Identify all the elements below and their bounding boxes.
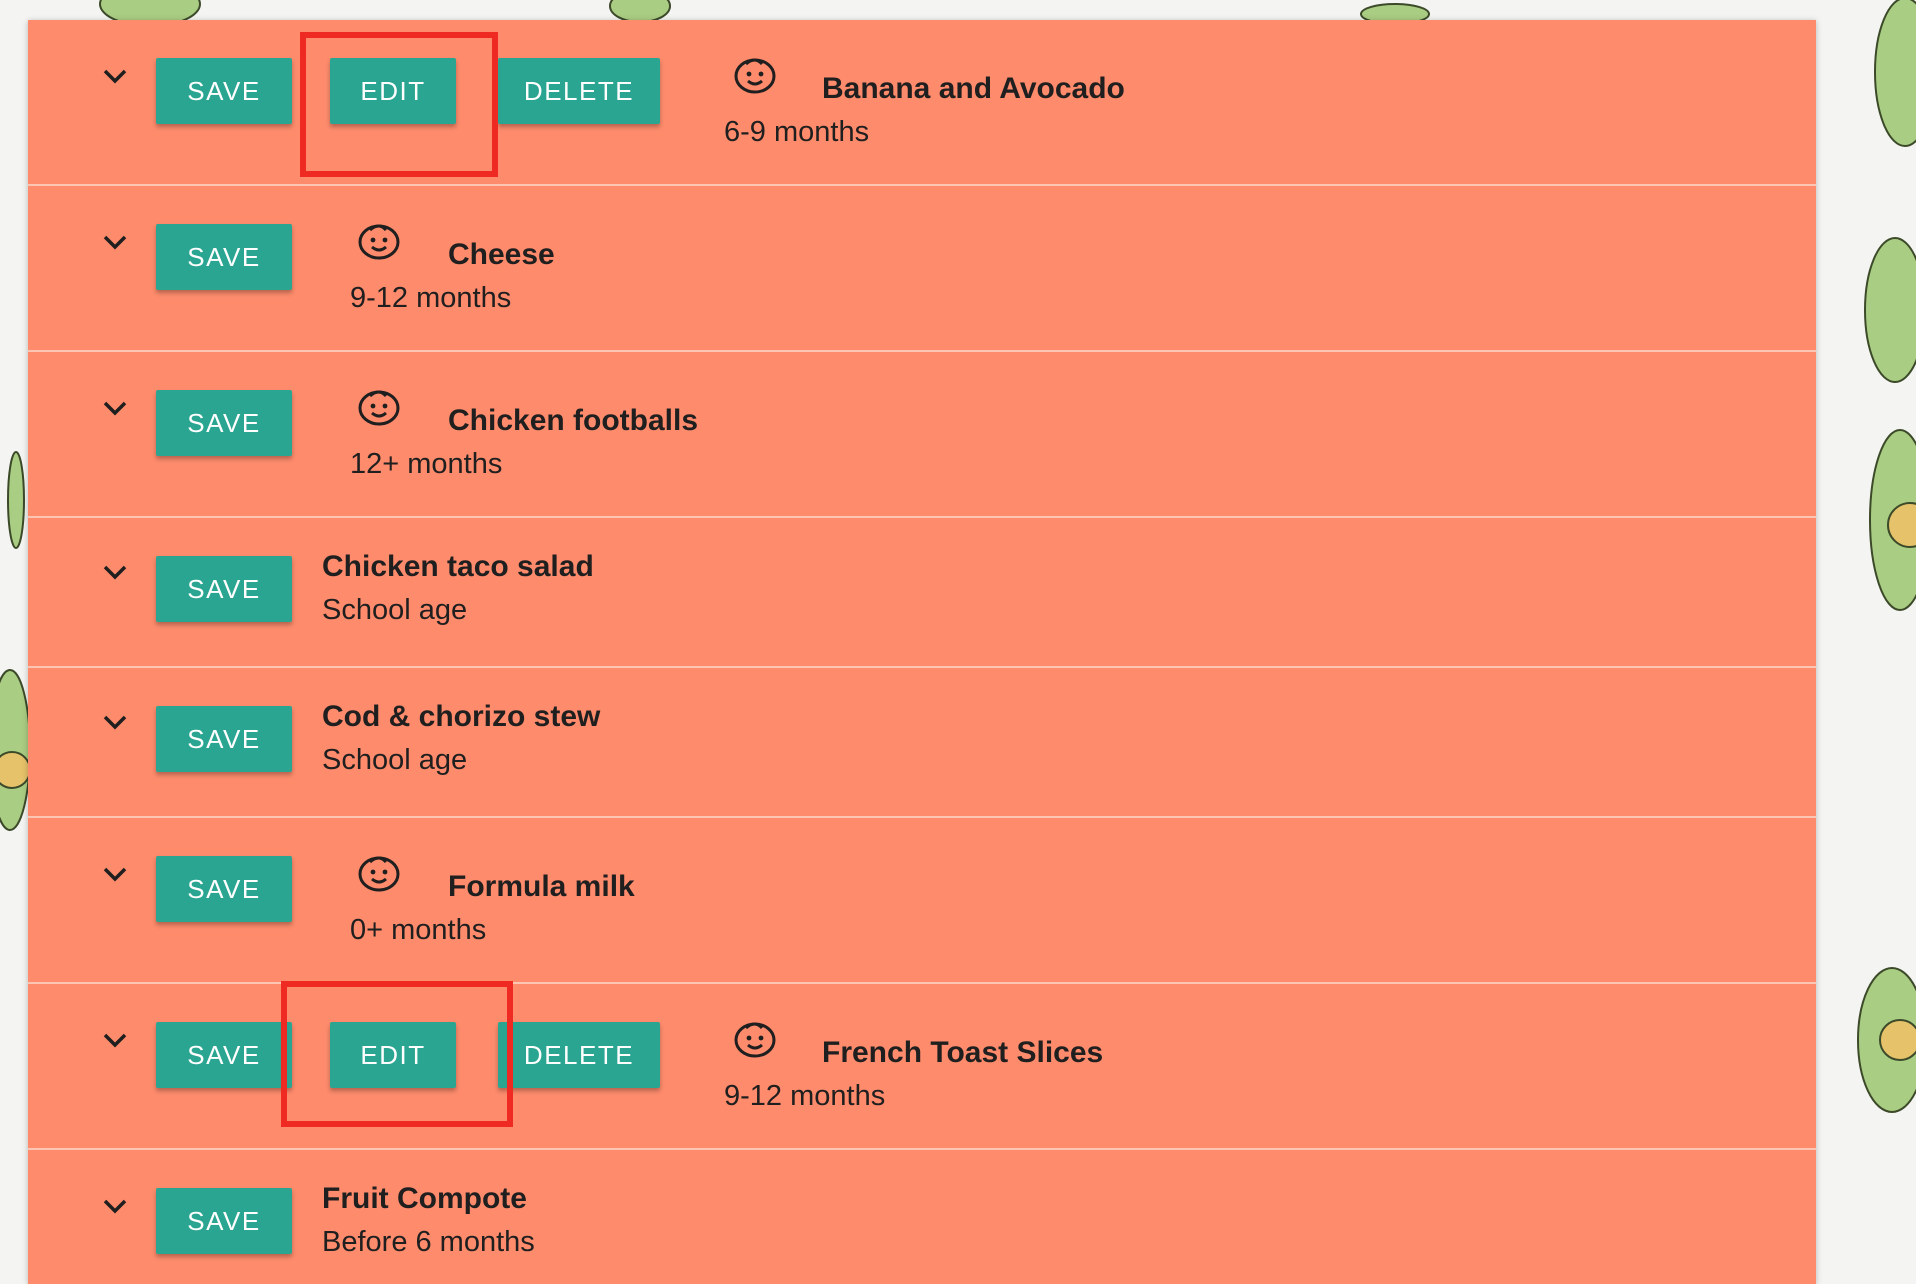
save-button[interactable]: SAVE <box>156 856 292 922</box>
save-button[interactable]: SAVE <box>156 390 292 456</box>
delete-button[interactable]: DELETE <box>498 58 660 124</box>
chevron-down-icon[interactable] <box>86 1024 144 1064</box>
food-row: SAVE Cheese 9-12 months <box>28 186 1816 352</box>
chevron-down-icon[interactable] <box>86 556 144 596</box>
food-title: Cod & chorizo stew <box>322 700 601 733</box>
food-age: 9-12 months <box>724 1080 886 1112</box>
chevron-down-icon[interactable] <box>86 706 144 746</box>
save-button[interactable]: SAVE <box>156 556 292 622</box>
chevron-down-icon[interactable] <box>86 60 144 100</box>
save-button[interactable]: SAVE <box>156 1022 292 1088</box>
chevron-down-icon[interactable] <box>86 858 144 898</box>
food-title: French Toast Slices <box>822 1036 1104 1069</box>
save-button[interactable]: SAVE <box>156 58 292 124</box>
baby-face-icon <box>734 1022 776 1058</box>
food-title: Formula milk <box>448 870 635 903</box>
food-age: School age <box>322 594 468 626</box>
baby-face-icon <box>734 58 776 94</box>
food-age: School age <box>322 744 468 776</box>
food-title: Chicken taco salad <box>322 550 594 583</box>
baby-face-icon <box>358 224 400 260</box>
food-row: SAVE Fruit Compote Before 6 months <box>28 1150 1816 1284</box>
food-title: Cheese <box>448 238 555 271</box>
food-age: 6-9 months <box>724 116 870 148</box>
food-row: SAVE Cod & chorizo stew School age <box>28 668 1816 818</box>
food-title: Banana and Avocado <box>822 72 1125 105</box>
save-button[interactable]: SAVE <box>156 224 292 290</box>
food-age: 12+ months <box>350 448 503 480</box>
baby-face-icon <box>358 856 400 892</box>
food-title: Fruit Compote <box>322 1182 527 1215</box>
food-age: 9-12 months <box>350 282 512 314</box>
food-list-panel: SAVE EDIT DELETE Banana and Avocado 6-9 … <box>28 20 1816 1284</box>
save-button[interactable]: SAVE <box>156 1188 292 1254</box>
food-row: SAVE EDIT DELETE Banana and Avocado 6-9 … <box>28 20 1816 186</box>
baby-face-icon <box>358 390 400 426</box>
save-button[interactable]: SAVE <box>156 706 292 772</box>
chevron-down-icon[interactable] <box>86 1190 144 1230</box>
chevron-down-icon[interactable] <box>86 392 144 432</box>
food-title: Chicken footballs <box>448 404 699 437</box>
food-row: SAVE Chicken taco salad School age <box>28 518 1816 668</box>
edit-button[interactable]: EDIT <box>330 58 456 124</box>
food-row: SAVE EDIT DELETE French Toast Slices 9-1… <box>28 984 1816 1150</box>
chevron-down-icon[interactable] <box>86 226 144 266</box>
edit-button[interactable]: EDIT <box>330 1022 456 1088</box>
food-age: Before 6 months <box>322 1226 535 1258</box>
food-row: SAVE Chicken footballs 12+ months <box>28 352 1816 518</box>
delete-button[interactable]: DELETE <box>498 1022 660 1088</box>
food-row: SAVE Formula milk 0+ months <box>28 818 1816 984</box>
food-age: 0+ months <box>350 914 487 946</box>
